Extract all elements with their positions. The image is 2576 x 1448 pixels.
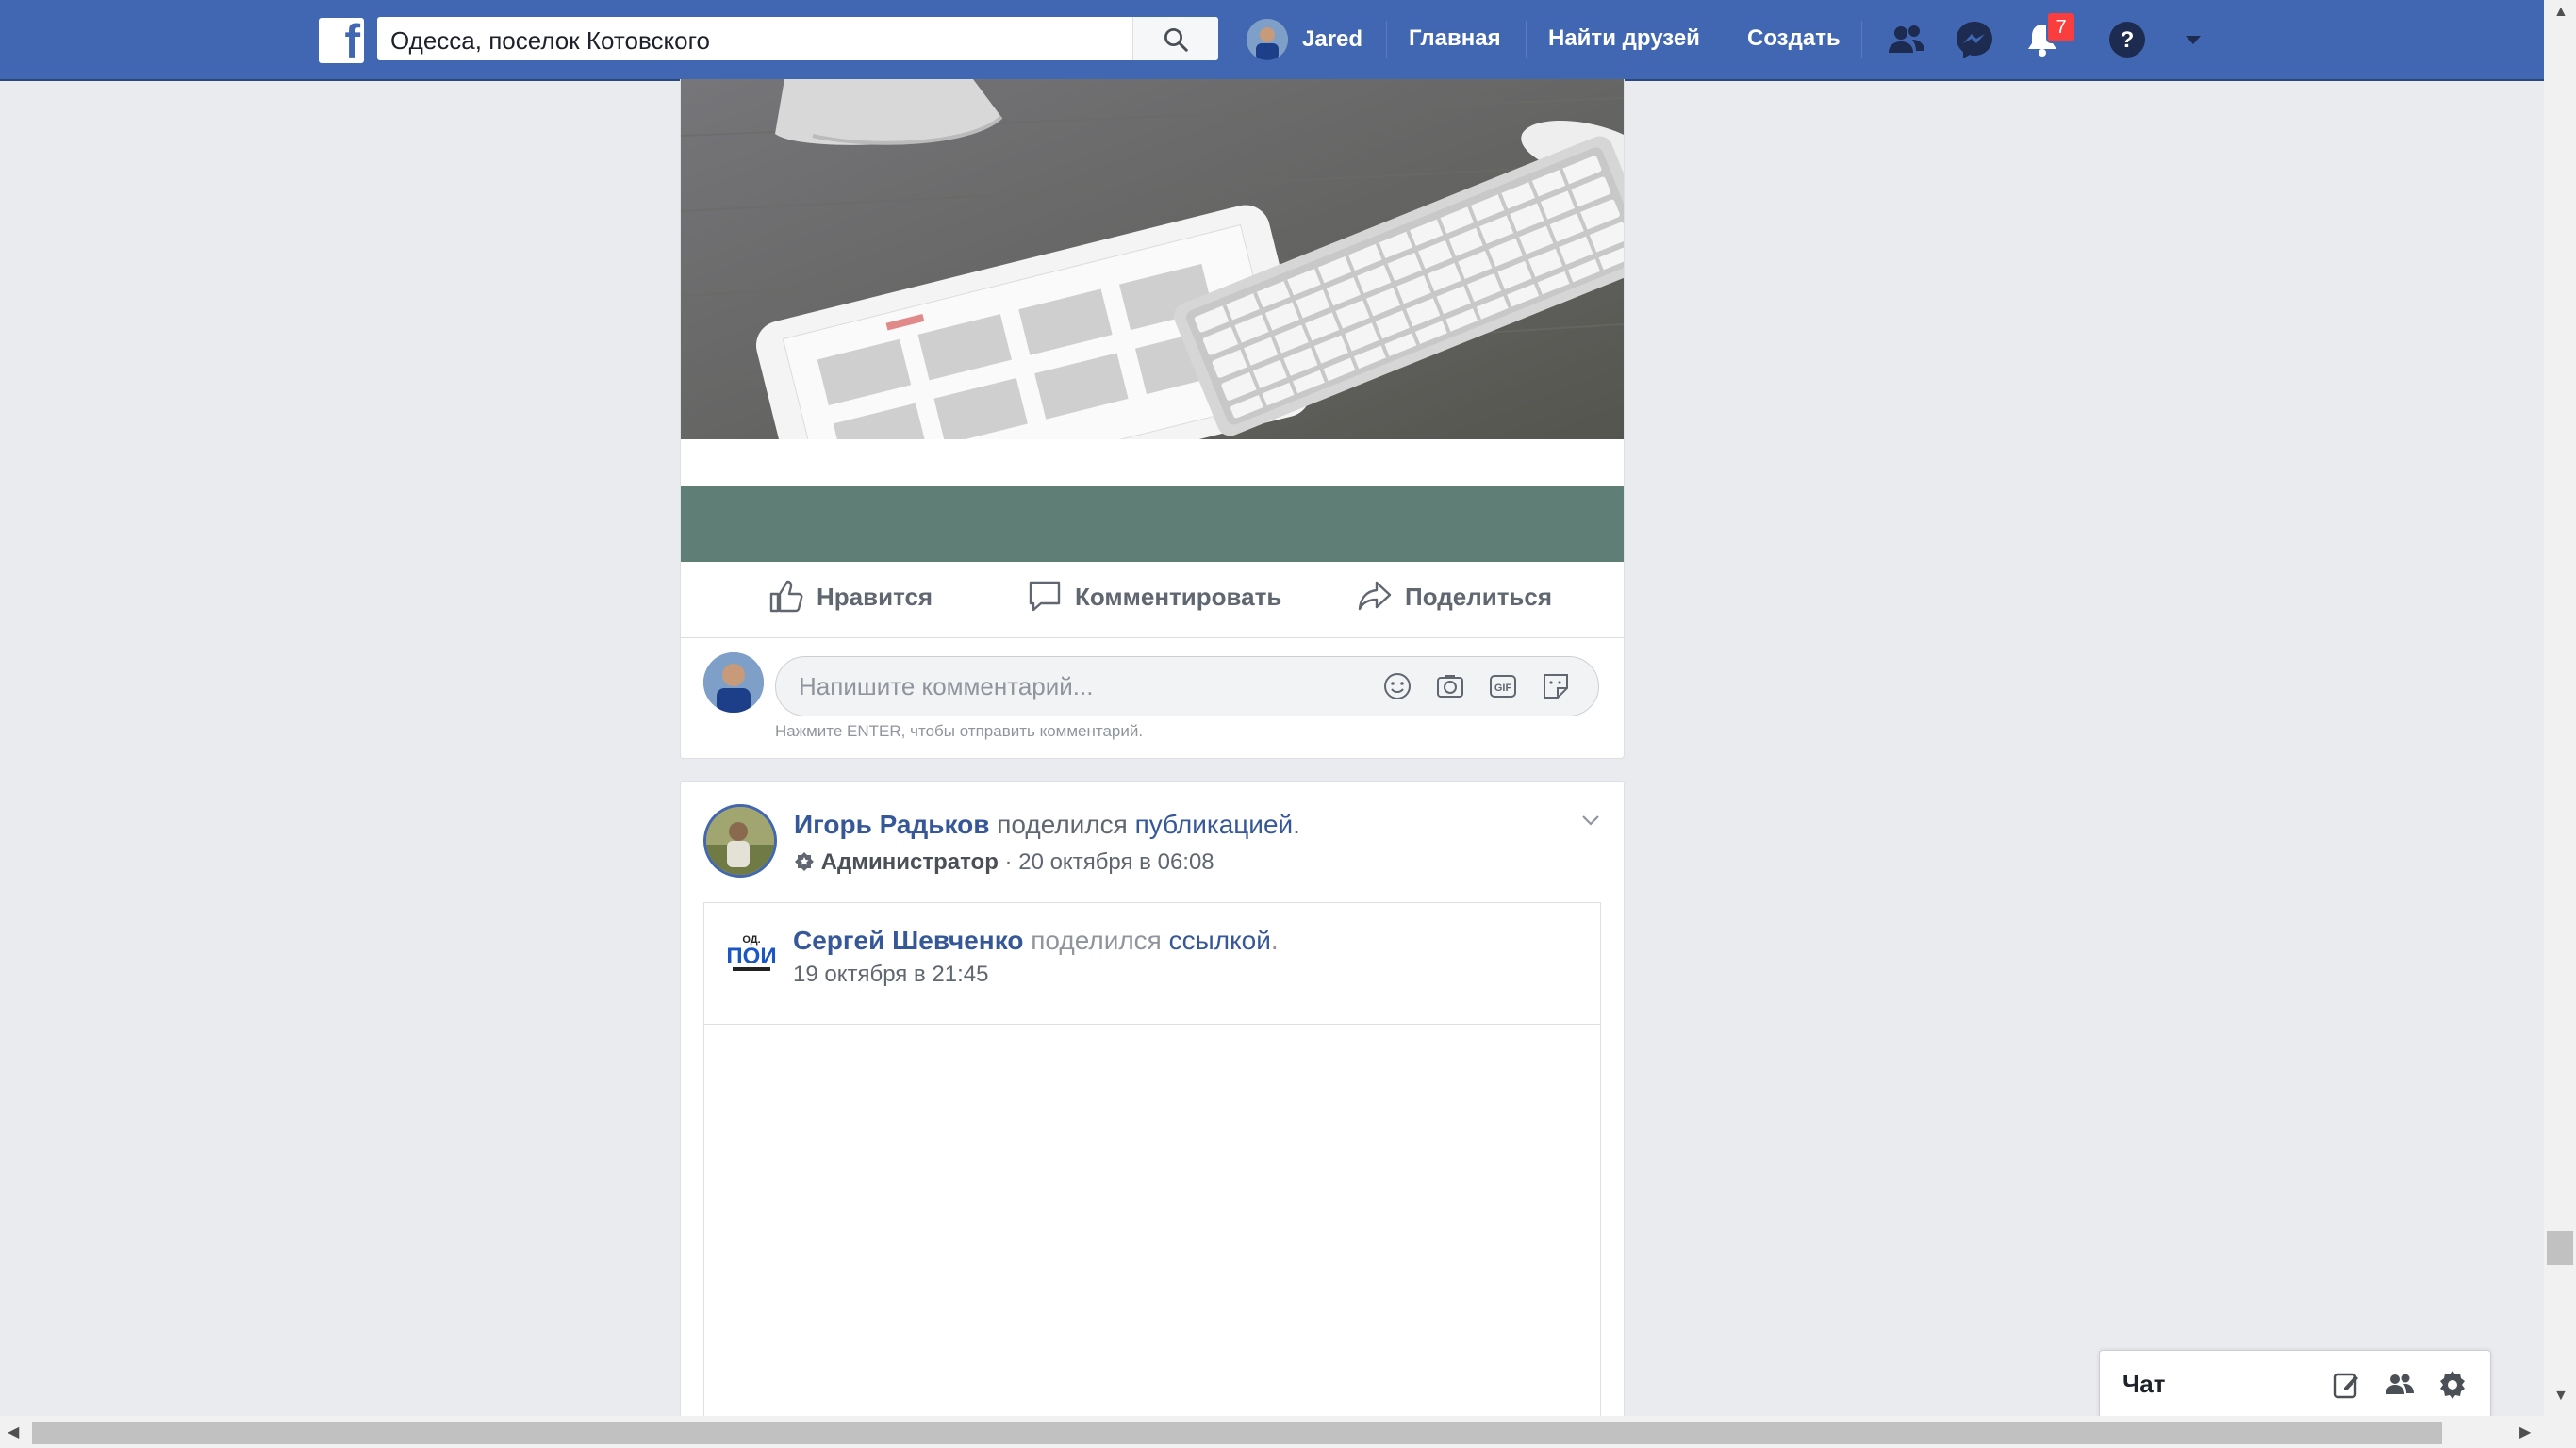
post-meta: Администратор · 20 октября в 06:08 bbox=[794, 849, 1214, 876]
messenger-icon[interactable] bbox=[1952, 17, 1997, 62]
divider bbox=[1861, 21, 1862, 58]
like-label: Нравится bbox=[817, 583, 933, 611]
post-card: Игорь Радьков поделился публикацией. Адм… bbox=[680, 781, 1625, 1431]
comment-label: Комментировать bbox=[1075, 583, 1282, 611]
shared-verb: поделился bbox=[997, 810, 1128, 839]
svg-text:?: ? bbox=[2121, 27, 2135, 53]
link-preview-band[interactable] bbox=[681, 486, 1624, 562]
post-options-chevron-down-icon[interactable] bbox=[1577, 806, 1605, 834]
chat-dock[interactable]: Чат bbox=[2099, 1350, 2491, 1417]
avatar bbox=[1247, 19, 1288, 60]
create-group-icon[interactable] bbox=[2383, 1368, 2417, 1402]
scroll-down-arrow-icon[interactable]: ▼ bbox=[2553, 1388, 2568, 1405]
shared-post-header: ОД. ПОИ Сергей Шевченко поделился ссылкой… bbox=[704, 903, 1600, 1025]
account-menu-chevron-down-icon[interactable] bbox=[2171, 17, 2216, 62]
post-actions-bar: Нравится Комментировать Поделиться bbox=[681, 562, 1624, 638]
divider bbox=[1526, 21, 1527, 58]
scrollbar-thumb[interactable] bbox=[32, 1422, 2442, 1444]
author-name-link[interactable]: Игорь Радьков bbox=[794, 810, 989, 839]
post-image[interactable] bbox=[681, 79, 1624, 439]
comment-input[interactable]: Напишите комментарий... GIF bbox=[775, 656, 1599, 716]
avatar[interactable] bbox=[703, 652, 764, 713]
scrollbar-thumb[interactable] bbox=[2547, 1231, 2573, 1265]
comment-bubble-icon bbox=[1029, 581, 1061, 612]
meta-separator: · bbox=[1004, 849, 1013, 875]
search-icon bbox=[1164, 28, 1188, 52]
friend-requests-icon[interactable] bbox=[1884, 17, 1929, 62]
share-button[interactable]: Поделиться bbox=[1358, 581, 1553, 612]
header-period: . bbox=[1293, 810, 1300, 839]
facebook-logo-icon[interactable]: f bbox=[319, 15, 364, 68]
scroll-left-arrow-icon[interactable]: ◀ bbox=[8, 1423, 19, 1441]
nav-find-friends[interactable]: Найти друзей bbox=[1548, 25, 1700, 52]
shared-verb: поделился bbox=[1031, 926, 1162, 955]
avatar[interactable]: ОД. ПОИ bbox=[725, 928, 778, 980]
svg-text:GIF: GIF bbox=[1494, 683, 1512, 694]
shared-post-title: Сергей Шевченко поделился ссылкой. bbox=[793, 926, 1279, 956]
comment-button[interactable]: Комментировать bbox=[1029, 581, 1282, 612]
search-input[interactable]: Одесса, поселок Котовского bbox=[390, 26, 710, 56]
search-bar[interactable]: Одесса, поселок Котовского bbox=[377, 17, 1218, 60]
title-period: . bbox=[1270, 926, 1279, 955]
horizontal-scrollbar[interactable]: ◀ ▶ bbox=[0, 1416, 2544, 1448]
scroll-right-arrow-icon[interactable]: ▶ bbox=[2519, 1423, 2531, 1441]
svg-text:ПОИ: ПОИ bbox=[726, 944, 776, 969]
help-icon[interactable]: ? bbox=[2105, 17, 2150, 62]
nav-create[interactable]: Создать bbox=[1747, 25, 1841, 52]
nav-home[interactable]: Главная bbox=[1409, 25, 1501, 52]
post-header: Игорь Радьков поделился публикацией. bbox=[794, 810, 1300, 840]
comment-placeholder: Напишите комментарий... bbox=[799, 672, 1094, 700]
shared-post: ОД. ПОИ Сергей Шевченко поделился ссылкой… bbox=[703, 902, 1601, 1431]
sticker-icon[interactable] bbox=[1540, 670, 1572, 702]
comment-hint: Нажмите ENTER, чтобы отправить комментар… bbox=[775, 722, 1144, 740]
vertical-scrollbar[interactable]: ▲ ▼ bbox=[2544, 0, 2576, 1448]
post-card: Нравится Комментировать Поделиться Напиш… bbox=[680, 79, 1625, 759]
gear-icon[interactable] bbox=[2436, 1368, 2469, 1402]
share-label: Поделиться bbox=[1405, 583, 1553, 611]
shared-link[interactable]: ссылкой bbox=[1169, 926, 1271, 955]
post-timestamp[interactable]: 20 октября в 06:08 bbox=[1018, 849, 1214, 875]
share-arrow-icon bbox=[1358, 581, 1392, 611]
new-message-icon[interactable] bbox=[2330, 1368, 2364, 1402]
notification-count-badge: 7 bbox=[2046, 11, 2076, 43]
avatar[interactable] bbox=[703, 804, 777, 878]
like-button[interactable]: Нравится bbox=[769, 580, 933, 613]
admin-role-label: Администратор bbox=[820, 849, 999, 875]
shared-author-link[interactable]: Сергей Шевченко bbox=[793, 926, 1023, 955]
scroll-up-arrow-icon[interactable]: ▲ bbox=[2553, 4, 2568, 21]
search-button[interactable] bbox=[1132, 17, 1218, 60]
shared-post-timestamp[interactable]: 19 октября в 21:45 bbox=[793, 962, 988, 988]
chat-label: Чат bbox=[2122, 1370, 2166, 1398]
top-navigation-bar: f Одесса, поселок Котовского Jared Главн… bbox=[0, 0, 2544, 81]
divider bbox=[1386, 21, 1387, 58]
thumbs-up-icon bbox=[769, 580, 803, 613]
shared-post-link[interactable]: публикацией bbox=[1135, 810, 1294, 839]
profile-name: Jared bbox=[1302, 26, 1363, 52]
camera-icon[interactable] bbox=[1434, 670, 1466, 702]
gif-icon[interactable]: GIF bbox=[1487, 670, 1519, 702]
admin-badge-icon bbox=[795, 852, 814, 871]
emoji-icon[interactable] bbox=[1381, 670, 1413, 702]
